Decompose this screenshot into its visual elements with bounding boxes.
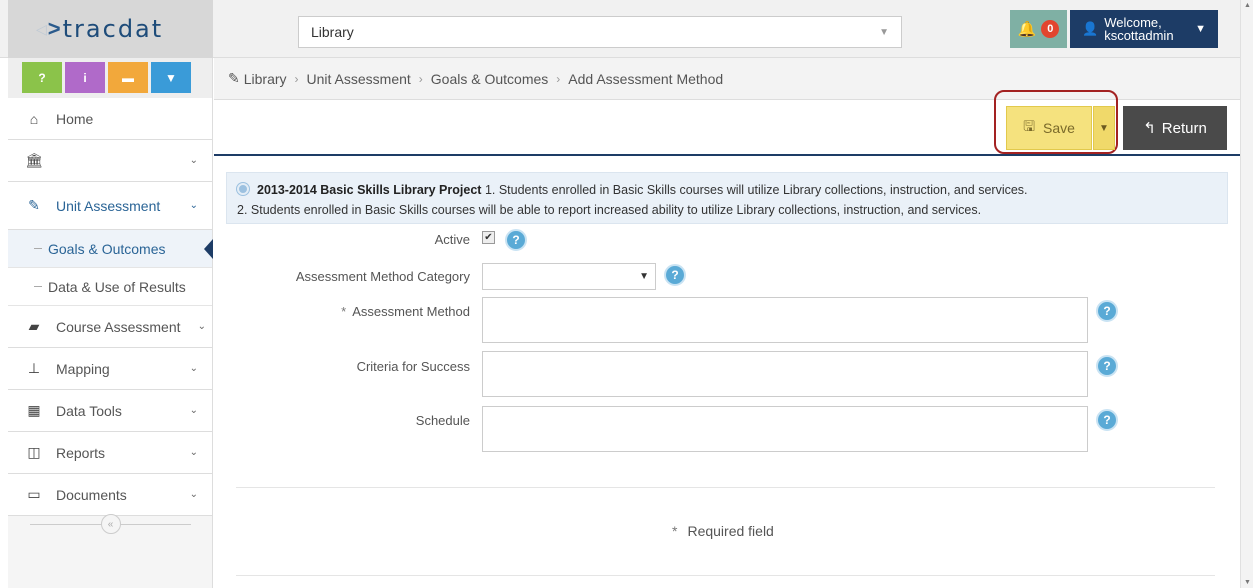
notifications-button[interactable]: 🔔 0 [1010,10,1067,48]
floppy-disk-icon: 🖫 [1023,118,1035,134]
active-label: Active [434,232,470,247]
active-checkbox[interactable]: ✔ [482,231,495,244]
pencil-icon: ✎ [28,197,40,213]
divider [236,487,1215,488]
chevron-right-icon: › [294,71,299,86]
chevron-right-icon: › [556,71,561,86]
help-icon[interactable]: ? [664,264,686,286]
assessment-method-category-select[interactable]: ▼ [482,263,656,290]
chevron-down-icon: ⌄ [189,447,198,458]
required-asterisk: * [672,523,678,539]
sidebar-item-data-tools[interactable]: ▦ Data Tools ⌄ [8,390,212,432]
assessment-method-field[interactable] [482,297,1088,343]
sidebar-item-unit-assessment[interactable]: ✎ Unit Assessment ⌄ [8,182,212,230]
help-icon[interactable]: ? [1096,355,1118,377]
chevron-right-icon: › [418,71,423,86]
required-asterisk: * [341,304,347,319]
breadcrumb-item-library[interactable]: Library [244,71,287,87]
sidebar-collapse: « [8,512,213,536]
save-options-dropdown[interactable]: ▼ [1093,106,1115,150]
breadcrumb-item-unit-assessment[interactable]: Unit Assessment [307,71,411,87]
sidebar: ? i ▬ ▼ ⌂ Home 🏛 ⌄ ✎ Unit Assessment ⌄ G… [8,58,213,588]
home-icon: ⌂ [29,110,39,127]
quick-actions-bar: ? i ▬ ▼ [8,58,212,98]
reply-arrow-icon: ↰ [1143,120,1156,137]
institution-icon: 🏛 [25,152,43,168]
goal-outcome-1: 1. Students enrolled in Basic Skills cou… [484,183,1028,197]
project-select-value: Library [311,24,354,40]
return-button[interactable]: ↰ Return [1123,106,1227,150]
save-button[interactable]: 🖫 Save [1006,106,1092,150]
caret-down-icon: ▼ [639,271,649,282]
tracdat-logo[interactable]: ◁ > tracdat [8,0,213,58]
caret-down-icon: ▼ [1099,122,1109,134]
sidebar-item-units[interactable]: 🏛 ⌄ [8,140,212,182]
breadcrumb-item-goals-outcomes[interactable]: Goals & Outcomes [431,71,549,87]
sidebar-item-mapping[interactable]: ⊥ Mapping ⌄ [8,348,212,390]
help-icon[interactable]: ? [505,229,527,251]
top-bar: ◁ > tracdat Library ▼ 🔔 0 👤 Welcome, kscot… [0,0,1240,58]
sidebar-item-goals-outcomes[interactable]: Goals & Outcomes [8,230,213,268]
chevron-down-icon: ⌄ [189,155,198,166]
help-icon[interactable]: ? [1096,300,1118,322]
sitemap-icon: ⊥ [27,360,41,376]
bell-icon: 🔔 [1017,21,1037,38]
columns-icon: ◫ [27,444,41,460]
assessment-method-label: * Assessment Method [341,304,470,319]
user-icon: 👤 [1082,21,1099,36]
divider [236,575,1215,576]
sidebar-item-home[interactable]: ⌂ Home [8,98,212,140]
username-text: kscottadmin [1104,28,1174,43]
message-quick-button[interactable]: ▬ [108,62,148,93]
chevron-down-icon: ⌄ [197,321,206,332]
goal-bullet-icon [237,183,249,195]
book-icon: ▰ [28,318,40,334]
folder-icon: ▭ [27,486,41,502]
sidebar-item-course-assessment[interactable]: ▰ Course Assessment ⌄ [8,306,212,348]
notification-count-badge: 0 [1041,20,1060,38]
goal-outcome-2: 2. Students enrolled in Basic Skills cou… [237,203,982,217]
chevron-down-icon: ⌄ [189,363,198,374]
help-icon[interactable]: ? [1096,409,1118,431]
filter-quick-button[interactable]: ▼ [151,62,191,93]
schedule-label: Schedule [415,413,470,428]
criteria-label: Criteria for Success [356,359,470,374]
required-field-note: * Required field [672,523,774,539]
help-quick-button[interactable]: ? [22,62,62,93]
project-select[interactable]: Library ▼ [298,16,902,48]
collapse-sidebar-button[interactable]: « [100,514,121,534]
vertical-scrollbar[interactable]: ▲ ▼ [1240,0,1253,588]
chevron-down-icon: ⌄ [189,489,198,500]
chevron-down-icon: ⌄ [189,200,198,211]
chevron-down-icon: ▼ [879,26,889,38]
sidebar-item-reports[interactable]: ◫ Reports ⌄ [8,432,212,474]
category-label: Assessment Method Category [295,269,470,284]
schedule-field[interactable] [482,406,1088,452]
scroll-down-arrow-icon[interactable]: ▼ [1244,579,1251,586]
chevron-down-icon: ▼ [1195,23,1206,35]
user-menu[interactable]: 👤 Welcome, kscottadmin ▼ [1070,10,1218,48]
pencil-icon: ✎ [228,70,240,86]
sidebar-item-data-use-results[interactable]: Data & Use of Results [8,268,212,306]
scroll-up-arrow-icon[interactable]: ▲ [1244,2,1251,9]
sidebar-item-documents[interactable]: ▭ Documents ⌄ [8,474,212,516]
action-toolbar: 🖫 Save ▼ ↰ Return [214,90,1240,156]
chevron-down-icon: ⌄ [189,405,198,416]
goal-title: 2013-2014 Basic Skills Library Project [257,183,482,197]
breadcrumb-item-current: Add Assessment Method [568,70,724,87]
criteria-for-success-field[interactable] [482,351,1088,397]
info-quick-button[interactable]: i [65,62,105,93]
table-icon: ▦ [27,402,41,418]
goal-summary: 2013-2014 Basic Skills Library Project 1… [226,172,1228,224]
